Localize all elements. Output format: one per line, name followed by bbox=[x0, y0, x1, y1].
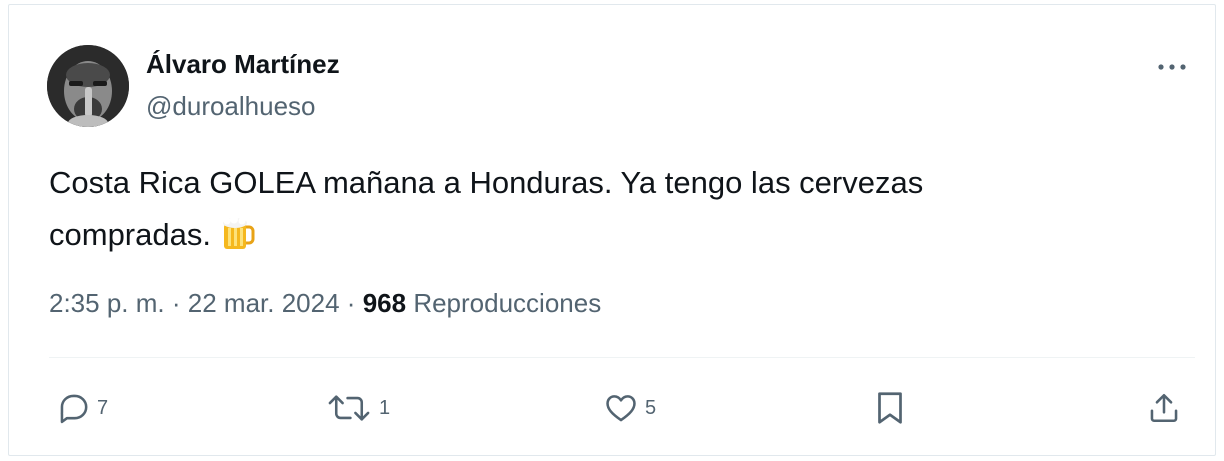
like-button[interactable]: 5 bbox=[603, 388, 656, 428]
reply-count: 7 bbox=[97, 396, 109, 419]
meta-separator: · bbox=[346, 288, 356, 318]
retweet-button[interactable]: 1 bbox=[325, 388, 390, 428]
tweet-text-line-2-wrapper: compradas. bbox=[49, 209, 1149, 261]
bookmark-button[interactable] bbox=[875, 388, 905, 428]
views-count: 968 bbox=[362, 288, 407, 318]
tweet-date[interactable]: 22 mar. 2024 bbox=[188, 288, 340, 318]
tweet-time[interactable]: 2:35 p. m. bbox=[49, 288, 165, 318]
more-options-button[interactable] bbox=[1155, 55, 1189, 79]
avatar-image bbox=[47, 45, 129, 127]
retweet-count: 1 bbox=[379, 396, 391, 419]
like-count: 5 bbox=[645, 396, 657, 419]
tweet-meta: 2:35 p. m. · 22 mar. 2024 · 968 Reproduc… bbox=[49, 288, 601, 319]
share-icon bbox=[1150, 393, 1178, 423]
bookmark-icon bbox=[878, 392, 902, 424]
beer-mug-icon bbox=[221, 215, 255, 251]
meta-separator: · bbox=[171, 288, 181, 318]
tweet-text-line-2: compradas. bbox=[49, 217, 211, 252]
author-handle[interactable]: @duroalhueso bbox=[146, 91, 316, 122]
avatar[interactable] bbox=[47, 45, 129, 127]
reply-button[interactable]: 7 bbox=[57, 388, 108, 428]
reply-icon bbox=[60, 394, 88, 424]
tweet-card: Álvaro Martínez @duroalhueso Costa Rica … bbox=[8, 4, 1216, 456]
share-button[interactable] bbox=[1147, 388, 1181, 428]
tweet-text: Costa Rica GOLEA mañana a Honduras. Ya t… bbox=[49, 157, 1149, 261]
heart-icon bbox=[606, 395, 636, 422]
retweet-icon bbox=[328, 395, 370, 421]
author-display-name[interactable]: Álvaro Martínez bbox=[146, 49, 340, 80]
tweet-text-line-1: Costa Rica GOLEA mañana a Honduras. Ya t… bbox=[49, 165, 924, 200]
divider bbox=[49, 357, 1195, 358]
views-label: Reproducciones bbox=[413, 288, 602, 318]
more-dots-icon bbox=[1158, 64, 1186, 70]
